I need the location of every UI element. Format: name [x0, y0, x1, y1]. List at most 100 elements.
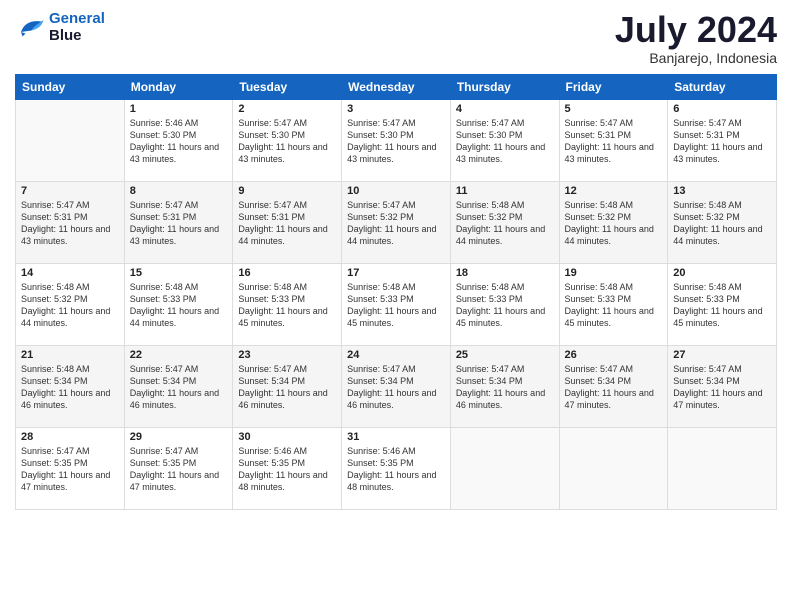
day-info: Sunrise: 5:48 AMSunset: 5:33 PMDaylight:… [238, 281, 336, 330]
calendar-cell: 20 Sunrise: 5:48 AMSunset: 5:33 PMDayligh… [668, 263, 777, 345]
day-number: 28 [21, 431, 119, 443]
day-info: Sunrise: 5:47 AMSunset: 5:34 PMDaylight:… [238, 363, 336, 412]
day-number: 26 [565, 349, 663, 361]
calendar-cell: 26 Sunrise: 5:47 AMSunset: 5:34 PMDayligh… [559, 345, 668, 427]
calendar-cell: 17 Sunrise: 5:48 AMSunset: 5:33 PMDayligh… [342, 263, 451, 345]
day-number: 13 [673, 185, 771, 197]
calendar-week-5: 28 Sunrise: 5:47 AMSunset: 5:35 PMDayligh… [16, 427, 777, 509]
day-info: Sunrise: 5:47 AMSunset: 5:34 PMDaylight:… [565, 363, 663, 412]
calendar-cell: 11Sunrise: 5:48 AMSunset: 5:32 PMDayligh… [450, 181, 559, 263]
day-info: Sunrise: 5:48 AMSunset: 5:33 PMDaylight:… [347, 281, 445, 330]
calendar-header-row: Sunday Monday Tuesday Wednesday Thursday… [16, 74, 777, 99]
day-info: Sunrise: 5:47 AMSunset: 5:35 PMDaylight:… [130, 445, 228, 494]
day-info: Sunrise: 5:47 AMSunset: 5:31 PMDaylight:… [130, 199, 228, 248]
day-info: Sunrise: 5:47 AMSunset: 5:34 PMDaylight:… [347, 363, 445, 412]
day-number: 10 [347, 185, 445, 197]
day-number: 8 [130, 185, 228, 197]
col-saturday: Saturday [668, 74, 777, 99]
day-info: Sunrise: 5:47 AMSunset: 5:31 PMDaylight:… [21, 199, 119, 248]
col-sunday: Sunday [16, 74, 125, 99]
day-info: Sunrise: 5:48 AMSunset: 5:33 PMDaylight:… [456, 281, 554, 330]
calendar-week-3: 14 Sunrise: 5:48 AMSunset: 5:32 PMDayligh… [16, 263, 777, 345]
day-number: 19 [565, 267, 663, 279]
day-number: 15 [130, 267, 228, 279]
calendar-cell: 4 Sunrise: 5:47 AMSunset: 5:30 PMDaylight… [450, 99, 559, 181]
calendar-cell: 24 Sunrise: 5:47 AMSunset: 5:34 PMDayligh… [342, 345, 451, 427]
day-info: Sunrise: 5:47 AMSunset: 5:35 PMDaylight:… [21, 445, 119, 494]
day-info: Sunrise: 5:47 AMSunset: 5:34 PMDaylight:… [673, 363, 771, 412]
calendar-cell: 22Sunrise: 5:47 AMSunset: 5:34 PMDayligh… [124, 345, 233, 427]
header: General Blue July 2024 Banjarejo, Indone… [15, 10, 777, 66]
month-title: July 2024 [615, 10, 777, 50]
calendar-cell [559, 427, 668, 509]
day-info: Sunrise: 5:47 AMSunset: 5:31 PMDaylight:… [565, 117, 663, 166]
day-info: Sunrise: 5:48 AMSunset: 5:33 PMDaylight:… [673, 281, 771, 330]
calendar-cell: 30 Sunrise: 5:46 AMSunset: 5:35 PMDayligh… [233, 427, 342, 509]
day-info: Sunrise: 5:46 AMSunset: 5:35 PMDaylight:… [347, 445, 445, 494]
day-number: 24 [347, 349, 445, 361]
calendar-cell: 29 Sunrise: 5:47 AMSunset: 5:35 PMDayligh… [124, 427, 233, 509]
day-number: 23 [238, 349, 336, 361]
day-info: Sunrise: 5:48 AMSunset: 5:33 PMDaylight:… [130, 281, 228, 330]
calendar-week-1: 1Sunrise: 5:46 AMSunset: 5:30 PMDaylight… [16, 99, 777, 181]
logo-line2: Blue [49, 27, 82, 44]
day-number: 30 [238, 431, 336, 443]
col-thursday: Thursday [450, 74, 559, 99]
col-wednesday: Wednesday [342, 74, 451, 99]
day-number: 9 [238, 185, 336, 197]
calendar-cell: 3Sunrise: 5:47 AMSunset: 5:30 PMDaylight… [342, 99, 451, 181]
col-monday: Monday [124, 74, 233, 99]
calendar-cell: 16Sunrise: 5:48 AMSunset: 5:33 PMDayligh… [233, 263, 342, 345]
logo: General Blue [15, 10, 105, 45]
calendar-cell: 13Sunrise: 5:48 AMSunset: 5:32 PMDayligh… [668, 181, 777, 263]
logo-text: General Blue [49, 10, 105, 45]
day-info: Sunrise: 5:47 AMSunset: 5:31 PMDaylight:… [238, 199, 336, 248]
calendar-week-2: 7 Sunrise: 5:47 AMSunset: 5:31 PMDaylight… [16, 181, 777, 263]
day-number: 11 [456, 185, 554, 197]
day-info: Sunrise: 5:48 AMSunset: 5:33 PMDaylight:… [565, 281, 663, 330]
day-number: 21 [21, 349, 119, 361]
day-number: 6 [673, 103, 771, 115]
calendar-cell: 10 Sunrise: 5:47 AMSunset: 5:32 PMDayligh… [342, 181, 451, 263]
calendar-cell: 18 Sunrise: 5:48 AMSunset: 5:33 PMDayligh… [450, 263, 559, 345]
day-info: Sunrise: 5:47 AMSunset: 5:34 PMDaylight:… [130, 363, 228, 412]
calendar-cell [16, 99, 125, 181]
calendar-cell [450, 427, 559, 509]
day-number: 29 [130, 431, 228, 443]
calendar-cell: 14 Sunrise: 5:48 AMSunset: 5:32 PMDayligh… [16, 263, 125, 345]
day-info: Sunrise: 5:47 AMSunset: 5:30 PMDaylight:… [456, 117, 554, 166]
calendar-week-4: 21 Sunrise: 5:48 AMSunset: 5:34 PMDayligh… [16, 345, 777, 427]
day-number: 31 [347, 431, 445, 443]
calendar-cell: 9 Sunrise: 5:47 AMSunset: 5:31 PMDaylight… [233, 181, 342, 263]
calendar-cell [668, 427, 777, 509]
calendar-cell: 28 Sunrise: 5:47 AMSunset: 5:35 PMDayligh… [16, 427, 125, 509]
col-tuesday: Tuesday [233, 74, 342, 99]
logo-line1: General [49, 10, 105, 27]
day-info: Sunrise: 5:47 AMSunset: 5:30 PMDaylight:… [347, 117, 445, 166]
calendar-cell: 12Sunrise: 5:48 AMSunset: 5:32 PMDayligh… [559, 181, 668, 263]
day-number: 17 [347, 267, 445, 279]
day-info: Sunrise: 5:47 AMSunset: 5:30 PMDaylight:… [238, 117, 336, 166]
day-number: 4 [456, 103, 554, 115]
day-info: Sunrise: 5:47 AMSunset: 5:31 PMDaylight:… [673, 117, 771, 166]
day-number: 12 [565, 185, 663, 197]
day-number: 7 [21, 185, 119, 197]
calendar-cell: 1Sunrise: 5:46 AMSunset: 5:30 PMDaylight… [124, 99, 233, 181]
day-number: 18 [456, 267, 554, 279]
day-info: Sunrise: 5:46 AMSunset: 5:35 PMDaylight:… [238, 445, 336, 494]
calendar-cell: 15 Sunrise: 5:48 AMSunset: 5:33 PMDayligh… [124, 263, 233, 345]
day-number: 20 [673, 267, 771, 279]
calendar-cell: 25 Sunrise: 5:47 AMSunset: 5:34 PMDayligh… [450, 345, 559, 427]
page: General Blue July 2024 Banjarejo, Indone… [0, 0, 792, 612]
day-number: 27 [673, 349, 771, 361]
day-number: 14 [21, 267, 119, 279]
calendar-cell: 31 Sunrise: 5:46 AMSunset: 5:35 PMDayligh… [342, 427, 451, 509]
day-number: 25 [456, 349, 554, 361]
day-info: Sunrise: 5:47 AMSunset: 5:32 PMDaylight:… [347, 199, 445, 248]
day-number: 2 [238, 103, 336, 115]
day-number: 5 [565, 103, 663, 115]
day-info: Sunrise: 5:48 AMSunset: 5:32 PMDaylight:… [21, 281, 119, 330]
day-info: Sunrise: 5:47 AMSunset: 5:34 PMDaylight:… [456, 363, 554, 412]
calendar-cell: 19 Sunrise: 5:48 AMSunset: 5:33 PMDayligh… [559, 263, 668, 345]
day-info: Sunrise: 5:48 AMSunset: 5:34 PMDaylight:… [21, 363, 119, 412]
